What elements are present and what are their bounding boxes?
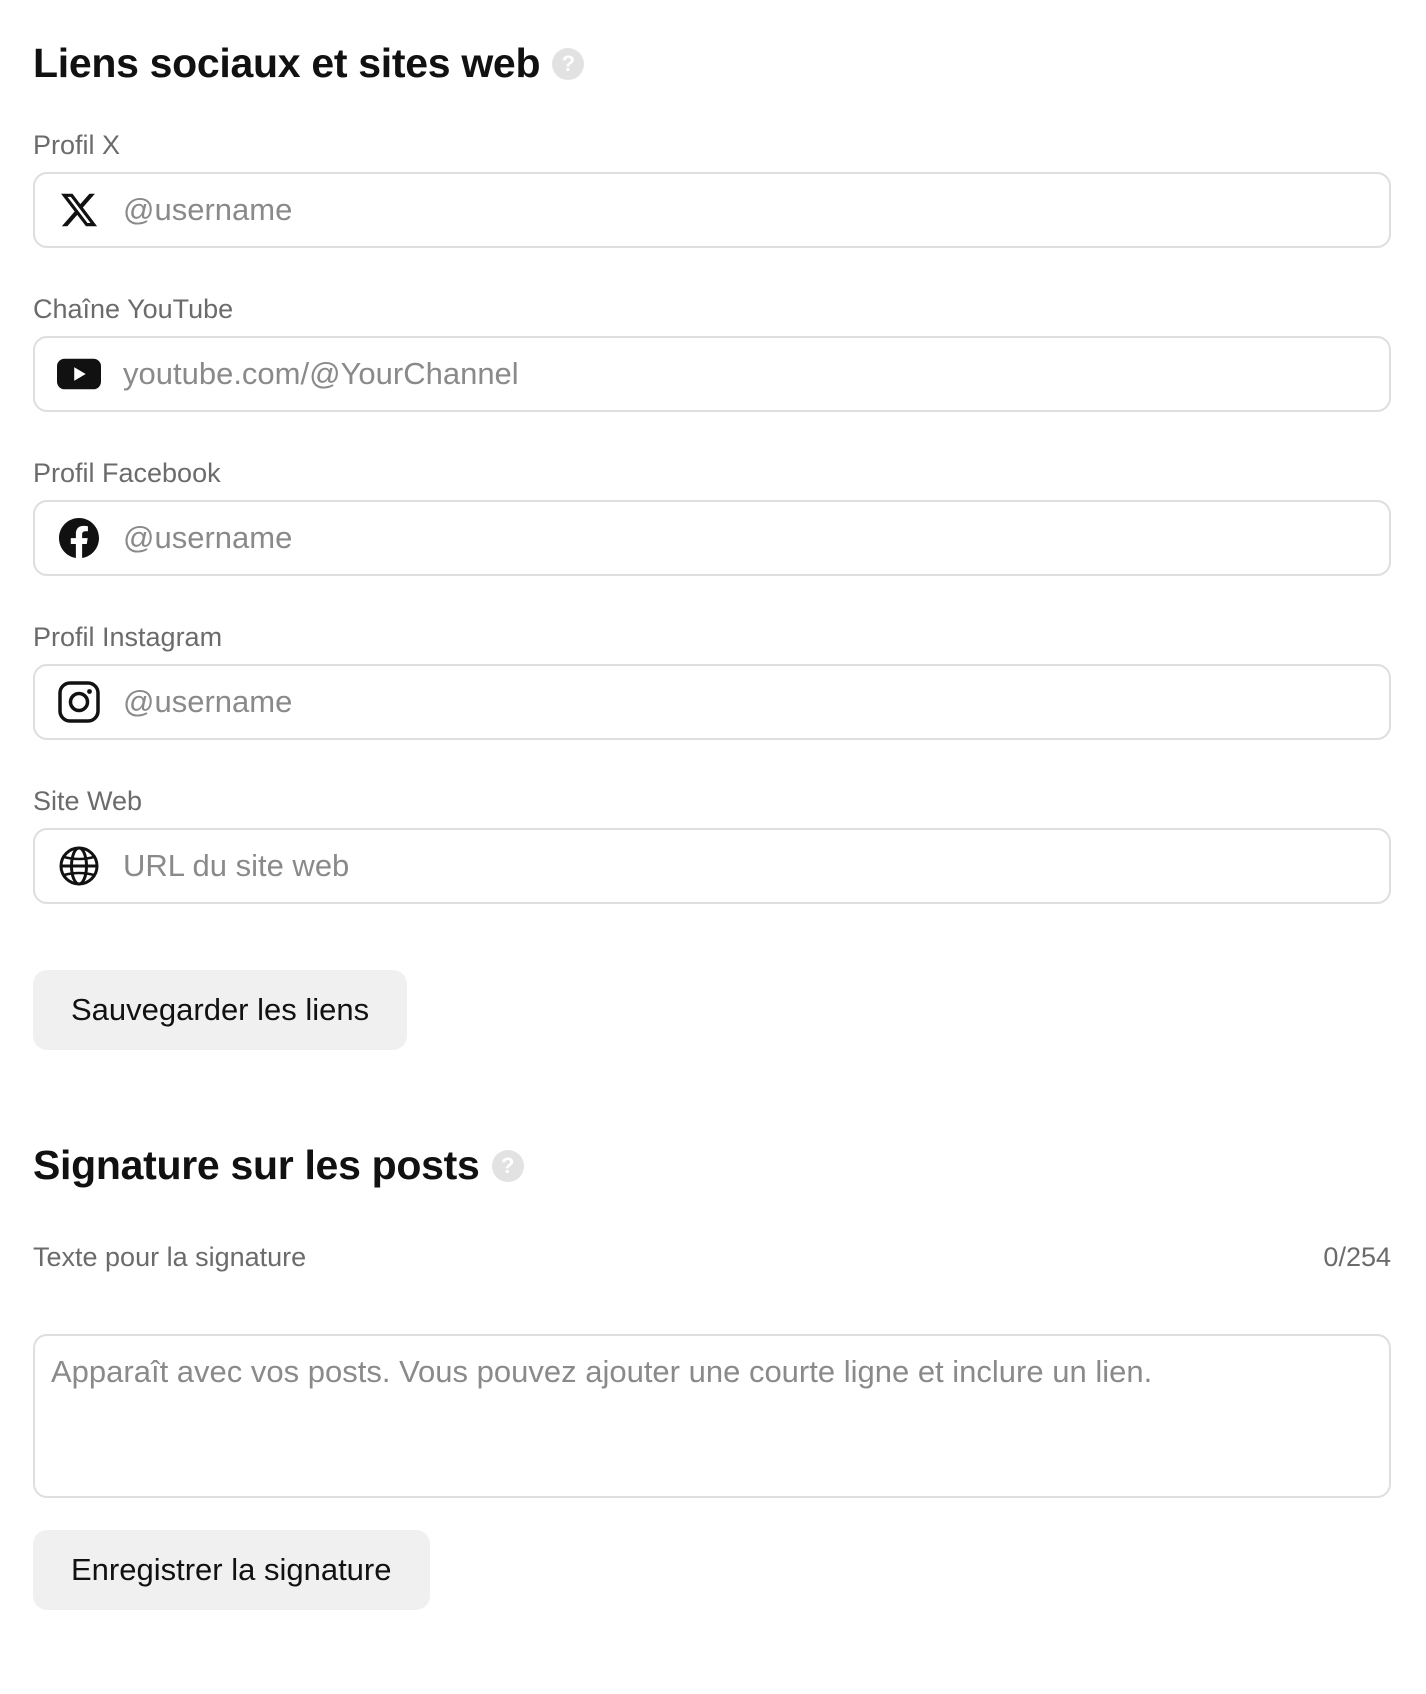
youtube-icon — [57, 352, 101, 396]
facebook-profile-field[interactable] — [33, 500, 1391, 576]
help-icon[interactable]: ? — [491, 1149, 524, 1182]
facebook-profile-input[interactable] — [123, 502, 1389, 574]
youtube-channel-label: Chaîne YouTube — [33, 294, 234, 324]
save-signature-button[interactable]: Enregistrer la signature — [33, 1530, 430, 1610]
x-profile-label: Profil X — [33, 130, 121, 160]
globe-icon — [57, 844, 101, 888]
youtube-channel-input[interactable] — [123, 338, 1389, 410]
signature-text-label: Texte pour la signature — [33, 1242, 307, 1272]
save-links-button[interactable]: Sauvegarder les liens — [33, 970, 408, 1050]
instagram-icon — [57, 680, 101, 724]
social-links-title: Liens sociaux et sites web — [33, 40, 541, 86]
instagram-profile-input[interactable] — [123, 666, 1389, 738]
help-icon[interactable]: ? — [552, 47, 585, 80]
website-label: Site Web — [33, 786, 143, 816]
youtube-channel-field[interactable] — [33, 336, 1391, 412]
instagram-profile-field[interactable] — [33, 664, 1391, 740]
instagram-profile-label: Profil Instagram — [33, 622, 223, 652]
x-profile-field[interactable] — [33, 172, 1391, 248]
signature-heading: Signature sur les posts ? — [33, 1142, 524, 1189]
website-input[interactable] — [123, 830, 1389, 902]
x-logo-icon — [57, 188, 101, 232]
character-counter: 0/254 — [1323, 1242, 1391, 1272]
social-links-heading: Liens sociaux et sites web ? — [33, 40, 585, 87]
signature-title: Signature sur les posts — [33, 1142, 480, 1188]
facebook-icon — [57, 516, 101, 560]
x-profile-input[interactable] — [123, 174, 1389, 246]
facebook-profile-label: Profil Facebook — [33, 458, 221, 488]
signature-textarea-field[interactable] — [33, 1334, 1391, 1498]
signature-textarea[interactable] — [35, 1336, 1389, 1496]
website-field[interactable] — [33, 828, 1391, 904]
